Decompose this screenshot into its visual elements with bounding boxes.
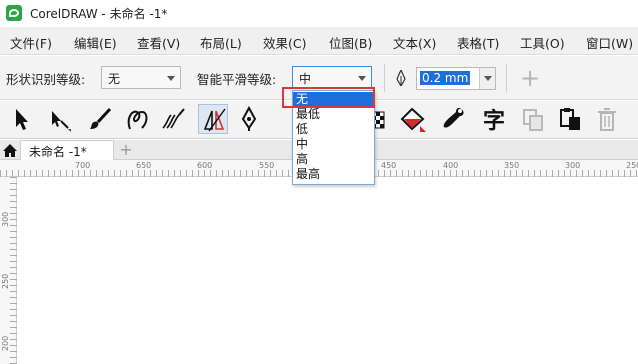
pen-tool-icon[interactable] bbox=[234, 104, 264, 134]
window-title: CorelDRAW - 未命名 -1* bbox=[30, 7, 168, 21]
menu-bitmaps[interactable]: 位图(B) bbox=[329, 33, 372, 52]
dropdown-option-low[interactable]: 低 bbox=[293, 122, 374, 137]
ruler-label: 450 bbox=[381, 161, 397, 170]
coreldraw-logo-icon bbox=[6, 5, 22, 21]
menu-window[interactable]: 窗口(W) bbox=[586, 33, 633, 52]
chevron-down-icon bbox=[167, 76, 175, 81]
menu-edit[interactable]: 编辑(E) bbox=[74, 33, 117, 52]
ruler-label: 250 bbox=[1, 273, 10, 289]
dropdown-option-lowest[interactable]: 最低 bbox=[293, 107, 374, 122]
dropdown-option-medium[interactable]: 中 bbox=[293, 137, 374, 152]
chevron-down-icon[interactable] bbox=[479, 68, 495, 89]
menu-effects[interactable]: 效果(C) bbox=[263, 33, 306, 52]
clipboard-icon[interactable] bbox=[556, 104, 586, 134]
ruler-label: 400 bbox=[443, 161, 459, 170]
smoothing-value: 中 bbox=[299, 72, 312, 86]
menu-layout[interactable]: 布局(L) bbox=[200, 33, 242, 52]
document-tab-label: 未命名 -1* bbox=[29, 145, 87, 159]
highlight-annotation-box bbox=[282, 87, 375, 108]
trash-icon[interactable] bbox=[592, 104, 622, 134]
shape-recognition-label: 形状识别等级: bbox=[6, 72, 86, 87]
interactive-fill-icon[interactable] bbox=[398, 104, 428, 134]
menu-text[interactable]: 文本(X) bbox=[393, 33, 436, 52]
chevron-down-icon bbox=[358, 76, 366, 81]
shape-recognition-value: 无 bbox=[108, 72, 121, 86]
add-icon[interactable]: + bbox=[520, 66, 540, 90]
outline-width-value: 0.2 mm bbox=[420, 71, 471, 85]
smoothing-label: 智能平滑等级: bbox=[197, 72, 277, 87]
pen-nib-icon bbox=[396, 70, 406, 86]
dropdown-option-highest[interactable]: 最高 bbox=[293, 167, 374, 182]
ruler-ticks bbox=[10, 177, 17, 364]
pick-tool-icon[interactable] bbox=[6, 104, 36, 134]
drawing-canvas[interactable] bbox=[18, 178, 638, 364]
paintbrush-icon[interactable] bbox=[86, 104, 116, 134]
artistic-media-icon[interactable] bbox=[158, 104, 188, 134]
ruler-label: 250 bbox=[626, 161, 638, 170]
vertical-ruler: 300 250 200 bbox=[0, 177, 17, 364]
add-tab-button[interactable]: + bbox=[116, 140, 136, 160]
title-bar: CorelDRAW - 未命名 -1* bbox=[0, 0, 638, 26]
smoothing-select[interactable]: 中 bbox=[292, 66, 372, 89]
home-icon[interactable] bbox=[0, 140, 20, 160]
ruler-label: 350 bbox=[504, 161, 520, 170]
ruler-label: 650 bbox=[136, 161, 152, 170]
divider bbox=[506, 64, 507, 92]
outline-width-select[interactable]: 0.2 mm bbox=[416, 67, 496, 90]
ruler-label: 600 bbox=[197, 161, 213, 170]
menu-table[interactable]: 表格(T) bbox=[457, 33, 499, 52]
menu-bar: 文件(F) 编辑(E) 查看(V) 布局(L) 效果(C) 位图(B) 文本(X… bbox=[0, 27, 638, 55]
smart-drawing-tool-icon[interactable] bbox=[198, 104, 228, 134]
freehand-curve-icon[interactable] bbox=[122, 104, 152, 134]
ruler-label: 300 bbox=[565, 161, 581, 170]
svg-text:字: 字 bbox=[483, 108, 505, 134]
shape-tool-icon[interactable] bbox=[44, 104, 74, 134]
menu-view[interactable]: 查看(V) bbox=[137, 33, 180, 52]
shape-recognition-select[interactable]: 无 bbox=[101, 66, 181, 89]
copy-properties-icon[interactable] bbox=[518, 104, 548, 134]
menu-file[interactable]: 文件(F) bbox=[10, 33, 52, 52]
dropdown-option-high[interactable]: 高 bbox=[293, 152, 374, 167]
divider bbox=[384, 64, 385, 92]
document-tab[interactable]: 未命名 -1* bbox=[20, 140, 114, 160]
text-tool-icon[interactable]: 字 bbox=[480, 104, 510, 134]
ruler-label: 550 bbox=[259, 161, 275, 170]
ruler-label: 300 bbox=[1, 211, 10, 227]
menu-tools[interactable]: 工具(O) bbox=[520, 33, 565, 52]
eyedropper-icon[interactable] bbox=[438, 104, 468, 134]
ruler-label: 200 bbox=[1, 335, 10, 351]
ruler-label: 700 bbox=[75, 161, 91, 170]
